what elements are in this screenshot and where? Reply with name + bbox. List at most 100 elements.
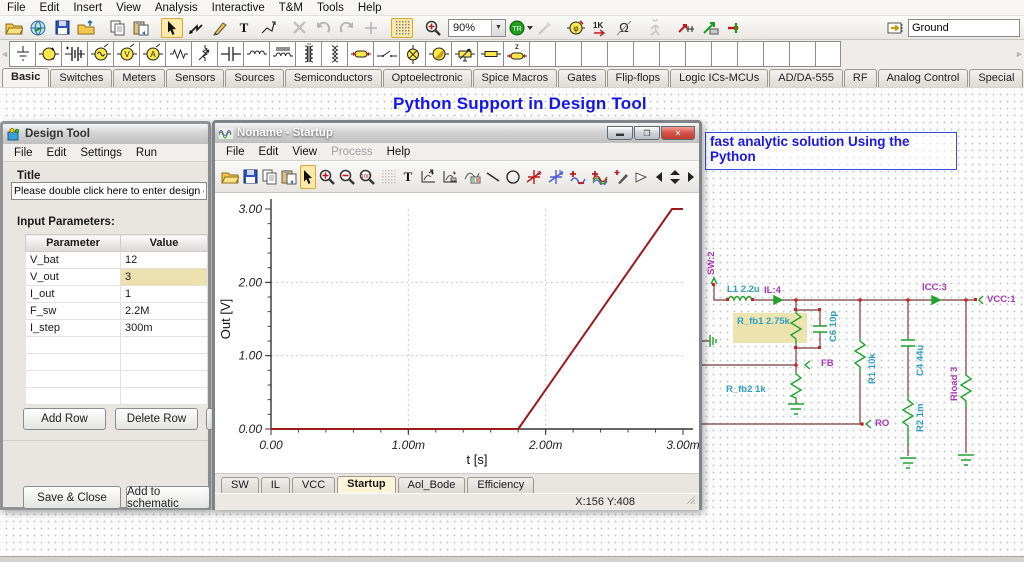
zoom-in-button[interactable] (318, 165, 336, 189)
save-button[interactable] (51, 18, 73, 38)
param-cell[interactable]: V_out (26, 269, 121, 286)
label-r2[interactable]: R2 1m (915, 403, 926, 432)
label-rfb1[interactable]: R_fb1 2.75k (737, 316, 790, 327)
menu-view[interactable]: View (285, 146, 324, 158)
menu-edit[interactable]: Edit (40, 147, 74, 159)
table-row-empty[interactable] (26, 371, 208, 388)
paste-button[interactable] (280, 165, 298, 189)
grid-toggle-button[interactable] (391, 18, 413, 38)
zoom-100-button[interactable]: 100 (358, 165, 378, 189)
tab-semiconductors[interactable]: Semiconductors (285, 69, 382, 87)
param-cell[interactable]: I_out (26, 286, 121, 303)
tr-mode-button[interactable]: TR (510, 18, 532, 38)
wire-tool-button[interactable] (185, 18, 207, 38)
column-header[interactable]: Parameter (26, 235, 121, 252)
fuse-component-button[interactable] (347, 41, 373, 67)
line-tool-button[interactable] (484, 165, 502, 189)
nav-left-button[interactable] (652, 165, 666, 189)
copy-button[interactable] (261, 165, 278, 189)
signal-1k-button[interactable]: 1K (589, 18, 611, 38)
lamp-component-button[interactable] (399, 41, 425, 67)
menu-insert[interactable]: Insert (66, 2, 109, 14)
schematic-group[interactable]: SW:2 L1 2.2u IL:4 R_fb1 2.75k C6 10p FB … (700, 248, 1024, 480)
label-vcc1[interactable]: VCC:1 (987, 294, 1016, 305)
tab-analog-control[interactable]: Analog Control (878, 69, 969, 87)
move-part-button[interactable] (675, 18, 697, 38)
open-button[interactable] (220, 165, 240, 189)
tab-meters[interactable]: Meters (113, 69, 165, 87)
menu-file[interactable]: File (0, 2, 33, 14)
tab-sources[interactable]: Sources (225, 69, 283, 87)
plot-tab-aol-bode[interactable]: Aol_Bode (398, 477, 466, 493)
tab-special[interactable]: Special (969, 69, 1023, 87)
zoom-level-select[interactable]: 90% ▼ (448, 19, 506, 37)
save-button[interactable] (242, 165, 259, 189)
paste-button[interactable] (130, 18, 152, 38)
tab-logic-ics-mcus[interactable]: Logic ICs-MCUs (670, 69, 768, 87)
tab-sensors[interactable]: Sensors (166, 69, 224, 87)
add-to-schematic-button[interactable]: Add to schematic (126, 486, 210, 509)
menu-settings[interactable]: Settings (73, 147, 129, 159)
polyline-button[interactable] (257, 18, 279, 38)
trimmer-component-button[interactable] (451, 41, 477, 67)
zoom-out-button[interactable] (338, 165, 356, 189)
impedance-component-button[interactable]: Z (503, 41, 529, 67)
cursor-b-button[interactable]: b (546, 165, 566, 189)
battery-component-button[interactable] (61, 41, 87, 67)
plot-window-titlebar[interactable]: Noname - Startup ▬ ❒ ✕ (215, 123, 699, 143)
plot-tab-efficiency[interactable]: Efficiency (467, 477, 534, 493)
annotation-box[interactable]: fast analytic solution Using the Python (705, 132, 957, 170)
table-row-empty[interactable] (26, 337, 208, 354)
nav-right-button[interactable] (684, 165, 698, 189)
menu-tools[interactable]: Tools (310, 2, 351, 14)
transformer-component-button[interactable]: M (295, 41, 321, 67)
tab-spice-macros[interactable]: Spice Macros (473, 69, 558, 87)
component-search-input[interactable] (908, 19, 1020, 37)
label-r1[interactable]: R1 10k (867, 353, 878, 384)
menu-analysis[interactable]: Analysis (148, 2, 205, 14)
capacitor-component-button[interactable] (217, 41, 243, 67)
design-title-input[interactable] (11, 182, 207, 200)
menu-edit[interactable]: Edit (33, 2, 67, 14)
plot-area[interactable]: 0.001.00m2.00m3.00m0.001.002.003.00t [s]… (215, 193, 699, 473)
tab-basic[interactable]: Basic (2, 68, 49, 87)
delete-row-button[interactable]: Delete Row (115, 408, 198, 430)
ammeter-component-button[interactable]: A (139, 41, 165, 67)
resize-grip[interactable] (686, 495, 695, 504)
save-close-button[interactable]: Save & Close (23, 486, 121, 509)
menu-file[interactable]: File (7, 147, 40, 159)
menu-t-m[interactable]: T&M (272, 2, 310, 14)
label-c6[interactable]: C6 10p (828, 311, 839, 342)
curve-pen-button[interactable] (612, 165, 630, 189)
circle-tool-button[interactable] (504, 165, 522, 189)
plot-tab-vcc[interactable]: VCC (292, 477, 335, 493)
menu-edit[interactable]: Edit (252, 146, 286, 158)
menu-help[interactable]: Help (351, 2, 389, 14)
pencil-button[interactable] (209, 18, 231, 38)
add-row-button[interactable]: Add Row (23, 408, 106, 430)
menu-help[interactable]: Help (380, 146, 418, 158)
menu-file[interactable]: File (219, 146, 252, 158)
macro-button[interactable] (885, 18, 907, 38)
plug-button[interactable] (723, 18, 745, 38)
param-cell[interactable]: I_step (26, 320, 121, 337)
menu-run[interactable]: Run (129, 147, 164, 159)
table-row-empty[interactable] (26, 388, 208, 405)
tab-optoelectronic[interactable]: Optoelectronic (383, 69, 472, 87)
ohmmeter-button[interactable]: Ω (613, 18, 635, 38)
switch-component-button[interactable] (373, 41, 399, 67)
text-tool-button[interactable]: T (400, 165, 416, 189)
label-il4[interactable]: IL:4 (764, 285, 781, 296)
add-curves-button[interactable] (590, 165, 610, 189)
voltage-generator-component-button[interactable] (87, 41, 113, 67)
value-cell[interactable]: 1 (121, 286, 208, 303)
phase-meter-button[interactable]: φ (565, 18, 587, 38)
cursor-a-button[interactable]: a (524, 165, 544, 189)
axis-tool-button[interactable] (418, 165, 438, 189)
globe-button[interactable] (27, 18, 49, 38)
open-button[interactable] (3, 18, 25, 38)
param-cell[interactable]: V_bat (26, 252, 121, 269)
menu-view[interactable]: View (109, 2, 148, 14)
voltage-source-component-button[interactable] (35, 41, 61, 67)
zoom-in-button[interactable] (422, 18, 444, 38)
